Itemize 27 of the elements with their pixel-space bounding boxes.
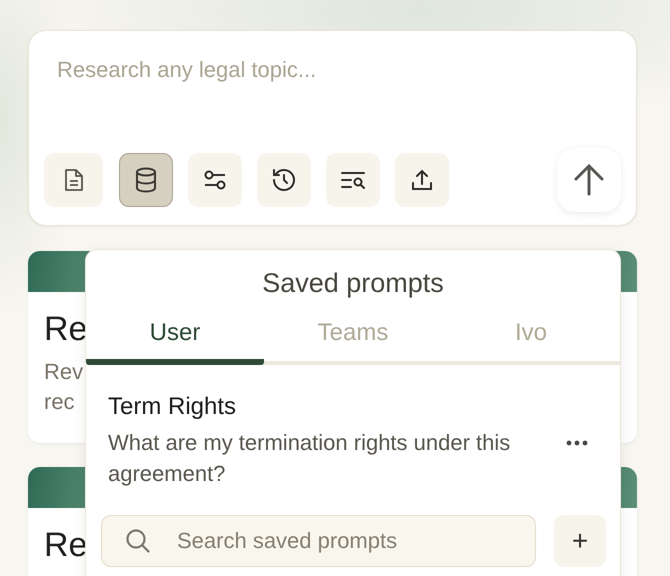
- upload-tool-button[interactable]: [395, 153, 449, 207]
- sliders-icon: [203, 169, 227, 191]
- database-icon: [134, 167, 158, 193]
- card-text: Rev: [44, 359, 84, 384]
- prompt-name[interactable]: Term Rights: [108, 393, 236, 421]
- document-icon: [62, 168, 84, 192]
- list-search-tool-button[interactable]: [326, 153, 380, 207]
- prompt-input[interactable]: Research any legal topic...: [44, 57, 621, 83]
- document-tool-button[interactable]: [44, 153, 103, 207]
- card-text: rec: [44, 389, 75, 414]
- sliders-tool-button[interactable]: [188, 153, 242, 207]
- list-search-icon: [340, 170, 366, 190]
- card-title: Re: [44, 310, 88, 348]
- tab[interactable]: User: [86, 315, 264, 365]
- history-tool-button[interactable]: [257, 153, 311, 207]
- search-field[interactable]: Search saved prompts: [101, 515, 536, 567]
- more-icon[interactable]: [566, 440, 588, 446]
- search-icon: [125, 528, 151, 554]
- panel-title: Saved prompts: [261, 268, 445, 299]
- history-icon: [271, 167, 297, 193]
- prompt-text: What are my termination rights under this agreement?: [108, 429, 512, 488]
- arrow-up-icon: [572, 163, 606, 197]
- upload-icon: [410, 168, 434, 192]
- database-tool-button[interactable]: [119, 153, 173, 207]
- add-button[interactable]: +: [554, 515, 606, 567]
- card-title: Re: [44, 526, 88, 564]
- send-button[interactable]: [557, 148, 621, 212]
